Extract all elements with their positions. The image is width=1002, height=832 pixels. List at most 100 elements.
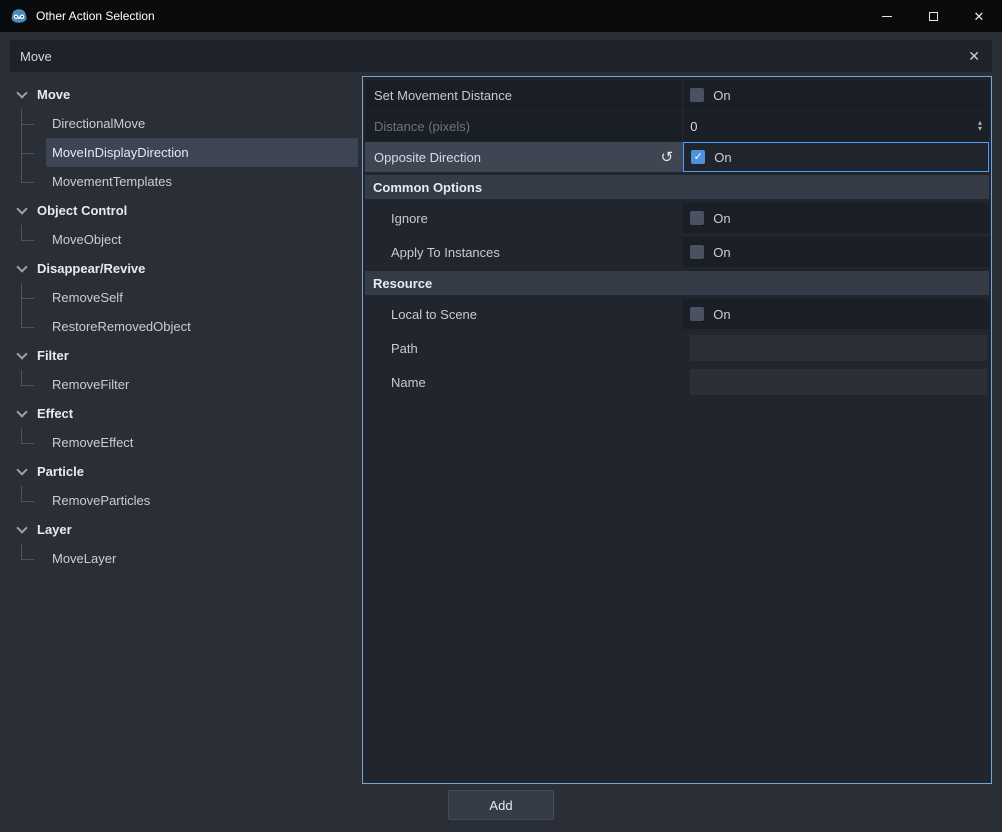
tree-item-directionalmove[interactable]: DirectionalMove <box>10 109 358 138</box>
property-label: Path <box>365 333 683 363</box>
property-label-text: Ignore <box>391 211 428 226</box>
property-label: Apply To Instances <box>365 237 683 267</box>
tree-section-object-control[interactable]: Object Control <box>10 196 358 225</box>
window-title: Other Action Selection <box>36 9 155 23</box>
path-editor <box>683 333 989 363</box>
local-to-scene-checkbox[interactable] <box>690 307 704 321</box>
tree-item-moveindisplaydirection[interactable]: MoveInDisplayDirection <box>10 138 358 167</box>
tree-section-label: Object Control <box>37 203 127 218</box>
revert-icon[interactable]: ↺ <box>661 148 674 166</box>
property-row-apply-to-instances: Apply To Instances On <box>365 237 989 267</box>
tree-section-move[interactable]: Move <box>10 80 358 109</box>
tree-item-label: RestoreRemovedObject <box>46 312 358 341</box>
section-header-resource[interactable]: Resource <box>365 271 989 295</box>
tree-item-label: MoveLayer <box>46 544 358 573</box>
close-button[interactable]: ✕ <box>956 0 1002 32</box>
property-label: Set Movement Distance <box>365 80 683 110</box>
property-label-text: Distance (pixels) <box>374 119 470 134</box>
on-label: On <box>714 150 731 165</box>
close-icon: ✕ <box>974 10 985 23</box>
tree-item-removeself[interactable]: RemoveSelf <box>10 283 358 312</box>
section-header-label: Resource <box>373 276 432 291</box>
tree-section-label: Filter <box>37 348 69 363</box>
tree-item-moveobject[interactable]: MoveObject <box>10 225 358 254</box>
check-icon: ✓ <box>694 152 703 163</box>
maximize-icon <box>929 12 938 21</box>
tree-section-effect[interactable]: Effect <box>10 399 358 428</box>
property-label-text: Local to Scene <box>391 307 477 322</box>
tree-connector <box>10 109 46 138</box>
titlebar: Other Action Selection ✕ <box>0 0 1002 32</box>
name-input[interactable] <box>690 369 987 395</box>
section-header-common-options[interactable]: Common Options <box>365 175 989 199</box>
section-header-label: Common Options <box>373 180 482 195</box>
tree-item-restoreremovedobject[interactable]: RestoreRemovedObject <box>10 312 358 341</box>
tree-item-removeeffect[interactable]: RemoveEffect <box>10 428 358 457</box>
tree-item-movementtemplates[interactable]: MovementTemplates <box>10 167 358 196</box>
spin-down-icon[interactable]: ▾ <box>978 126 982 132</box>
tree-item-label: RemoveFilter <box>46 370 358 399</box>
chevron-down-icon <box>16 464 27 475</box>
tree-section-disappear-revive[interactable]: Disappear/Revive <box>10 254 358 283</box>
tree-item-label: DirectionalMove <box>46 109 358 138</box>
set-movement-distance-editor: On <box>683 80 989 110</box>
action-tree: Move DirectionalMove MoveInDisplayDirect… <box>10 76 358 784</box>
property-label-text: Path <box>391 341 418 356</box>
tree-connector <box>10 312 46 341</box>
on-label: On <box>713 307 730 322</box>
minimize-button[interactable] <box>864 0 910 32</box>
tree-item-movelayer[interactable]: MoveLayer <box>10 544 358 573</box>
search-bar: ✕ <box>10 40 992 72</box>
property-label: Name <box>365 367 683 397</box>
clear-search-icon[interactable]: ✕ <box>966 48 982 65</box>
tree-section-label: Layer <box>37 522 72 537</box>
chevron-down-icon <box>16 261 27 272</box>
tree-connector <box>10 283 46 312</box>
tree-section-label: Move <box>37 87 70 102</box>
apply-to-instances-checkbox[interactable] <box>690 245 704 259</box>
tree-section-label: Effect <box>37 406 73 421</box>
dialog-window: Other Action Selection ✕ ✕ Move Directio… <box>0 0 1002 832</box>
tree-item-label: MovementTemplates <box>46 167 358 196</box>
property-label-text: Set Movement Distance <box>374 88 512 103</box>
tree-connector <box>10 167 46 196</box>
search-input[interactable] <box>20 49 966 64</box>
property-row-name: Name <box>365 367 989 397</box>
opposite-direction-checkbox[interactable]: ✓ <box>691 150 705 164</box>
name-editor <box>683 367 989 397</box>
tree-section-filter[interactable]: Filter <box>10 341 358 370</box>
spinbox-updown-icon[interactable]: ▴ ▾ <box>978 120 982 132</box>
tree-connector <box>10 138 46 167</box>
property-label: Local to Scene <box>365 299 683 329</box>
add-button[interactable]: Add <box>448 790 554 820</box>
tree-item-label: RemoveParticles <box>46 486 358 515</box>
tree-item-removefilter[interactable]: RemoveFilter <box>10 370 358 399</box>
godot-logo-icon <box>10 7 28 25</box>
maximize-button[interactable] <box>910 0 956 32</box>
property-label: Distance (pixels) <box>365 111 683 141</box>
property-label-text: Apply To Instances <box>391 245 500 260</box>
tree-connector <box>10 225 46 254</box>
chevron-down-icon <box>16 87 27 98</box>
property-row-ignore: Ignore On <box>365 203 989 233</box>
set-movement-distance-checkbox[interactable] <box>690 88 704 102</box>
path-input[interactable] <box>690 335 987 361</box>
distance-spinbox[interactable]: 0 ▴ ▾ <box>683 111 989 141</box>
ignore-checkbox[interactable] <box>690 211 704 225</box>
property-row-local-to-scene: Local to Scene On <box>365 299 989 329</box>
tree-section-layer[interactable]: Layer <box>10 515 358 544</box>
apply-to-instances-editor: On <box>683 237 989 267</box>
tree-item-removeparticles[interactable]: RemoveParticles <box>10 486 358 515</box>
tree-item-label: MoveObject <box>46 225 358 254</box>
tree-connector <box>10 544 46 573</box>
chevron-down-icon <box>16 348 27 359</box>
property-label: Ignore <box>365 203 683 233</box>
on-label: On <box>713 211 730 226</box>
tree-item-label: RemoveSelf <box>46 283 358 312</box>
tree-section-particle[interactable]: Particle <box>10 457 358 486</box>
tree-item-label: RemoveEffect <box>46 428 358 457</box>
tree-section-label: Disappear/Revive <box>37 261 145 276</box>
on-label: On <box>713 88 730 103</box>
ignore-editor: On <box>683 203 989 233</box>
dialog-footer: Add <box>0 784 1002 832</box>
